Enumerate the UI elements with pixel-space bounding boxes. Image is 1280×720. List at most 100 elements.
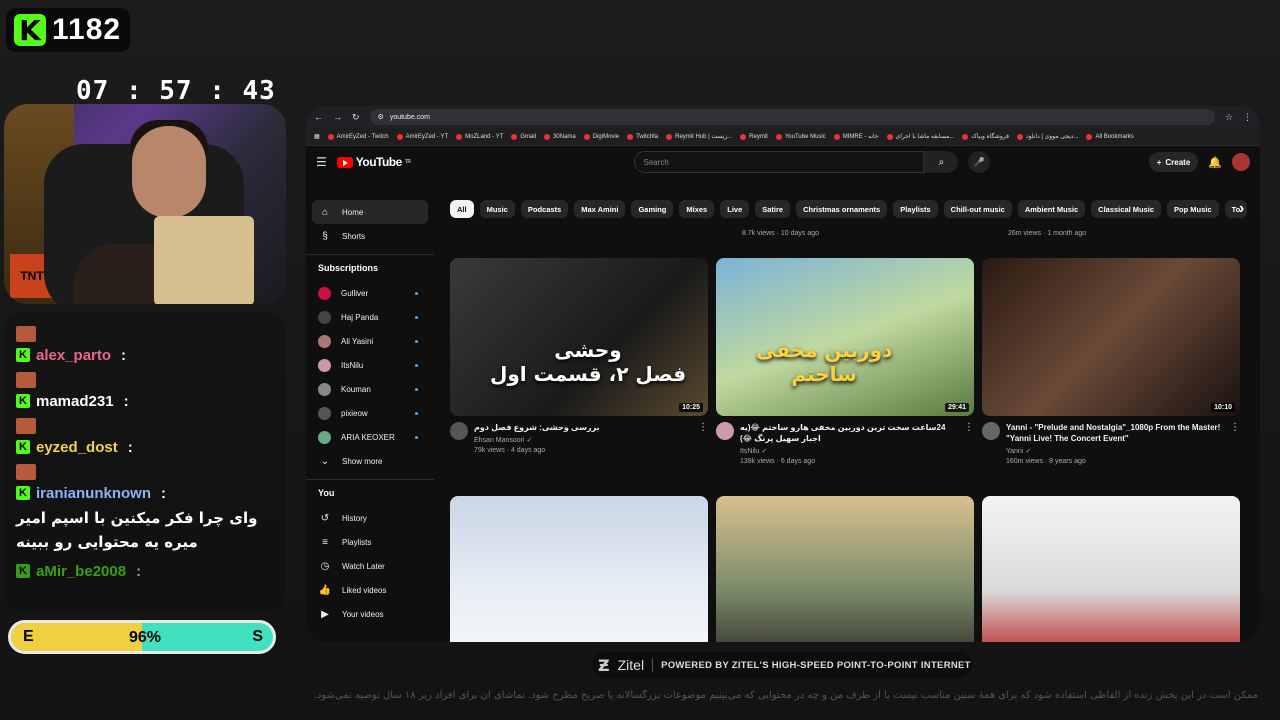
- mic-icon[interactable]: 🎤: [968, 151, 991, 173]
- bookmark-item[interactable]: MIMRE - خانه: [833, 133, 879, 140]
- video-title[interactable]: Yanni - "Prelude and Nostalgia"_1080p Fr…: [1006, 422, 1224, 444]
- shorts-icon: §: [322, 230, 328, 242]
- sidebar-item-subscription[interactable]: ItsNilu: [306, 353, 434, 377]
- sidebar-item-subscription[interactable]: Kouman: [306, 377, 434, 401]
- video-card[interactable]: دوربین مخفی ساختم 29:41 24ساعت سخت ترین دو…: [716, 258, 974, 465]
- sidebar-item-subscription[interactable]: Ali Yasini: [306, 329, 434, 353]
- bookmark-item[interactable]: DigiMovie: [583, 133, 619, 140]
- bookmark-favicon-icon: [775, 133, 782, 140]
- chip-chill-out-music[interactable]: Chill-out music: [943, 200, 1012, 218]
- chip-music[interactable]: Music: [479, 200, 515, 218]
- bookmark-item[interactable]: فروشگاه ویباک: [962, 133, 1009, 140]
- avatar[interactable]: [1232, 153, 1250, 171]
- chat-username[interactable]: aMir_be2008: [36, 563, 126, 580]
- sidebar-item-watch-later[interactable]: ◷ Watch Later: [306, 554, 434, 578]
- bookmark-item[interactable]: Reymit: [740, 133, 768, 140]
- video-thumbnail[interactable]: [450, 496, 708, 642]
- chat-text: وای چرا فکر میکنین با اسپم امیر میره یه …: [16, 509, 258, 551]
- bookmark-item[interactable]: 30Nama: [544, 133, 576, 140]
- chip-all[interactable]: All: [450, 200, 474, 218]
- sidebar-item-history[interactable]: ↺ History: [306, 506, 434, 530]
- chat-username[interactable]: iranianunknown: [36, 485, 151, 502]
- search-icon[interactable]: ⌕: [924, 151, 959, 173]
- channel-name[interactable]: Ehsan Mansoori ✓: [474, 436, 600, 444]
- sidebar-item-shorts[interactable]: § Shorts: [306, 224, 434, 248]
- search-input[interactable]: Search: [634, 151, 925, 173]
- sidebar-item-subscription[interactable]: pixieow: [306, 401, 434, 425]
- bookmark-item[interactable]: Gmail: [511, 133, 536, 140]
- chip-podcasts[interactable]: Podcasts: [520, 200, 569, 218]
- chip-playlists[interactable]: Playlists: [893, 200, 938, 218]
- chat-username[interactable]: eyzed_dost: [36, 439, 118, 456]
- video-card[interactable]: [450, 496, 708, 642]
- apps-icon[interactable]: ▦: [314, 133, 320, 140]
- chip-ambient-music[interactable]: Ambient Music: [1017, 200, 1086, 218]
- channel-avatar[interactable]: [716, 422, 734, 440]
- extensions-icon[interactable]: ⋮: [1243, 112, 1252, 123]
- chip-max-amini[interactable]: Max Amini: [574, 200, 626, 218]
- site-info-icon[interactable]: ⚙: [378, 113, 384, 121]
- bookmark-item[interactable]: دیجی مووی | دانلود...: [1016, 133, 1078, 140]
- sidebar-item-subscription[interactable]: Haj Panda: [306, 305, 434, 329]
- chips-next-icon[interactable]: ›: [1232, 200, 1251, 218]
- notifications-bell-icon[interactable]: 🔔: [1208, 156, 1222, 169]
- bookmark-item[interactable]: مسابقه ماشا با اجرای...: [886, 133, 954, 140]
- video-card[interactable]: [982, 496, 1240, 642]
- video-thumbnail[interactable]: [716, 496, 974, 642]
- video-card[interactable]: [716, 496, 974, 642]
- sidebar-item-home[interactable]: ⌂ Home: [312, 200, 428, 224]
- sidebar-item-subscription[interactable]: Gulliver: [306, 281, 434, 305]
- channel-avatar[interactable]: [450, 422, 468, 440]
- history-icon: ↺: [320, 512, 330, 524]
- chip-mixes[interactable]: Mixes: [679, 200, 715, 218]
- video-title[interactable]: 24ساعت سخت ترین دوربین مخفی هارو ساختم 😂…: [740, 422, 958, 444]
- bookmark-item[interactable]: AmirEyZed - Twitch: [327, 133, 389, 140]
- more-options-icon[interactable]: ⋮: [964, 422, 974, 465]
- bookmark-item[interactable]: AmirEyZed - YT: [396, 133, 448, 140]
- video-thumbnail[interactable]: دوربین مخفی ساختم 29:41: [716, 258, 974, 416]
- reload-icon[interactable]: ↻: [352, 112, 360, 123]
- chip-pop-music[interactable]: Pop Music: [1167, 200, 1219, 218]
- youtube-logo[interactable]: YouTube TR: [336, 155, 411, 169]
- bookmark-item[interactable]: All Bookmarks: [1086, 133, 1134, 140]
- show-more-button[interactable]: ⌄ Show more: [306, 449, 434, 473]
- bookmark-item[interactable]: Reymit Hub | زیست...: [666, 133, 732, 140]
- video-thumbnail[interactable]: وحشی فصل ۲، قسمت اول 10:25: [450, 258, 708, 416]
- video-thumbnail[interactable]: [982, 496, 1240, 642]
- bookmark-favicon-icon: [962, 133, 969, 140]
- sidebar-item-playlists[interactable]: ≡ Playlists: [306, 530, 434, 554]
- prev-video-meta: 8.7k views · 10 days ago: [742, 230, 820, 237]
- chat-avatar: [16, 464, 36, 480]
- channel-name[interactable]: Yanni ✓: [1006, 447, 1224, 455]
- menu-icon[interactable]: ☰: [316, 155, 327, 169]
- chip-classical-music[interactable]: Classical Music: [1091, 200, 1162, 218]
- chip-live[interactable]: Live: [720, 200, 750, 218]
- video-thumbnail[interactable]: 10:10: [982, 258, 1240, 416]
- chip-satire[interactable]: Satire: [755, 200, 791, 218]
- video-card[interactable]: 10:10 Yanni - "Prelude and Nostalgia"_108…: [982, 258, 1240, 465]
- forward-icon[interactable]: →: [333, 112, 342, 122]
- bookmark-item[interactable]: Twitchfa: [627, 133, 658, 140]
- video-card[interactable]: وحشی فصل ۲، قسمت اول 10:25 بررسی وحشی: شرو…: [450, 258, 708, 454]
- bookmark-star-icon[interactable]: ☆: [1225, 112, 1233, 123]
- sidebar-item-liked-videos[interactable]: 👍 Liked videos: [306, 578, 434, 602]
- back-icon[interactable]: ←: [314, 112, 323, 122]
- you-heading[interactable]: You: [306, 479, 434, 506]
- channel-avatar[interactable]: [982, 422, 1000, 440]
- video-title[interactable]: بررسی وحشی: شروع فصل دوم: [474, 422, 600, 433]
- chat-username[interactable]: alex_parto: [36, 347, 111, 364]
- chat-username[interactable]: mamad231: [36, 393, 114, 410]
- more-options-icon[interactable]: ⋮: [1230, 422, 1240, 465]
- bookmark-item[interactable]: MoZLand - YT: [456, 133, 503, 140]
- subscriptions-heading[interactable]: Subscriptions: [306, 254, 434, 281]
- bookmark-item[interactable]: YouTube Music: [775, 133, 826, 140]
- channel-name[interactable]: ItsNilu ✓: [740, 447, 958, 455]
- more-options-icon[interactable]: ⋮: [698, 422, 708, 454]
- chat-message: Keyzed_dost:: [10, 418, 280, 460]
- sidebar-item-your-videos[interactable]: ▶ Your videos: [306, 602, 434, 626]
- chip-gaming[interactable]: Gaming: [631, 200, 674, 218]
- create-button[interactable]: + Create: [1148, 152, 1199, 172]
- sidebar-item-subscription[interactable]: ARIA KEOXER: [306, 425, 434, 449]
- chip-christmas-ornaments[interactable]: Christmas ornaments: [796, 200, 888, 218]
- url-input[interactable]: ⚙ youtube.com: [369, 109, 1215, 125]
